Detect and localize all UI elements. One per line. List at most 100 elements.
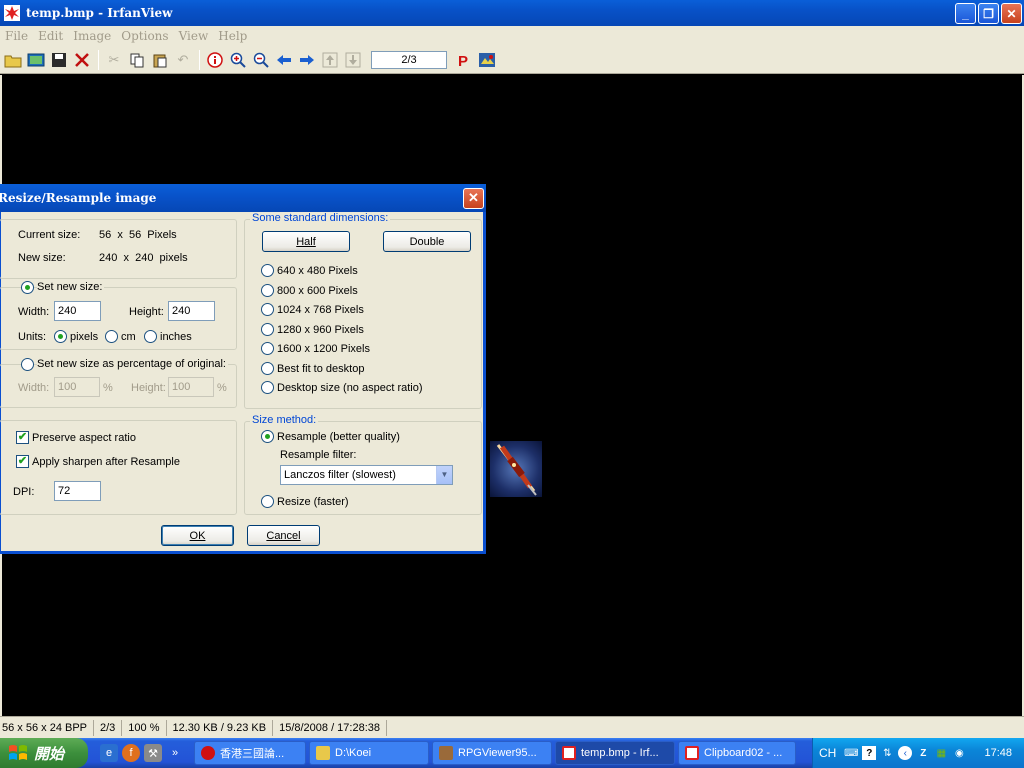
close-button[interactable]: ✕ xyxy=(1001,3,1022,24)
minimize-button[interactable]: _ xyxy=(955,3,976,24)
zone-alarm-icon[interactable]: Z xyxy=(916,746,930,760)
cancel-button[interactable]: Cancel xyxy=(247,525,320,546)
best-fit-label: Best fit to desktop xyxy=(277,363,365,375)
previous-arrow-icon[interactable] xyxy=(273,49,295,71)
resize-radio[interactable] xyxy=(261,495,274,508)
svg-text:P: P xyxy=(458,53,468,68)
irfanview-logo-icon[interactable] xyxy=(476,49,498,71)
save-icon[interactable] xyxy=(48,49,70,71)
info-icon[interactable] xyxy=(204,49,226,71)
paint-icon[interactable]: P xyxy=(453,49,475,71)
firefox-icon[interactable]: f xyxy=(122,744,140,762)
task-item-opera[interactable]: 香港三國論... xyxy=(194,741,306,765)
undo-icon[interactable]: ↶ xyxy=(172,49,194,71)
rpgviewer-icon xyxy=(439,746,453,760)
start-button[interactable]: 開始 xyxy=(0,738,88,768)
task-item-clipboard[interactable]: Clipboard02 - ... xyxy=(678,741,796,765)
download-icon[interactable] xyxy=(342,49,364,71)
open-folder-icon[interactable] xyxy=(2,49,24,71)
dialog-title: Resize/Resample image xyxy=(0,191,157,205)
dpi-input[interactable]: 72 xyxy=(54,481,101,501)
half-button[interactable]: Half xyxy=(262,231,350,252)
dialog-titlebar[interactable]: Resize/Resample image ✕ xyxy=(0,184,486,212)
unit-pixels-label: pixels xyxy=(70,331,99,343)
current-size-group xyxy=(0,219,237,279)
width-input[interactable]: 240 xyxy=(54,301,101,321)
upload-icon[interactable] xyxy=(319,49,341,71)
task-item-irfanview[interactable]: temp.bmp - Irf... xyxy=(555,741,675,765)
double-button[interactable]: Double xyxy=(383,231,471,252)
desktop-size-radio[interactable] xyxy=(261,381,274,394)
dim-640-label: 640 x 480 Pixels xyxy=(277,265,358,277)
tray-arrows-icon[interactable]: ⇅ xyxy=(880,746,894,760)
dialog-close-button[interactable]: ✕ xyxy=(463,188,484,209)
apply-sharpen-checkbox[interactable]: ✔ xyxy=(16,455,29,468)
page-indicator-field[interactable]: 2/3 xyxy=(371,50,447,69)
menu-image[interactable]: Image xyxy=(68,29,116,43)
ie-icon[interactable]: e xyxy=(100,744,118,762)
ok-button[interactable]: OK xyxy=(161,525,234,546)
new-size-label: New size: xyxy=(18,252,66,264)
paste-icon[interactable] xyxy=(149,49,171,71)
size-method-title: Size method: xyxy=(250,414,319,426)
resample-radio[interactable] xyxy=(261,430,274,443)
height-input[interactable]: 240 xyxy=(168,301,215,321)
start-label: 開始 xyxy=(34,745,65,763)
irfanview-task-icon xyxy=(562,746,576,760)
percentage-radio[interactable] xyxy=(21,358,34,371)
irfanview-app-icon xyxy=(4,5,20,21)
zoom-out-icon[interactable] xyxy=(250,49,272,71)
taskbar: 開始 e f ⚒ » 香港三國論... D:\Koei RPGViewer95.… xyxy=(0,738,1024,768)
dim-1600-label: 1600 x 1200 Pixels xyxy=(277,343,370,355)
preserve-aspect-checkbox[interactable]: ✔ xyxy=(16,431,29,444)
clock[interactable]: 17:48 xyxy=(984,747,1012,759)
resample-filter-select[interactable]: Lanczos filter (slowest) ▼ xyxy=(280,465,453,485)
best-fit-radio[interactable] xyxy=(261,362,274,375)
chevron-down-icon[interactable]: ▼ xyxy=(436,466,452,484)
menu-edit[interactable]: Edit xyxy=(33,29,68,43)
keyboard-icon[interactable]: ⌨ xyxy=(844,746,858,760)
unit-pixels-radio[interactable] xyxy=(54,330,67,343)
unit-cm-radio[interactable] xyxy=(105,330,118,343)
set-new-size-radio[interactable] xyxy=(21,281,34,294)
dim-1280-radio[interactable] xyxy=(261,323,274,336)
slideshow-icon[interactable] xyxy=(25,49,47,71)
menu-help[interactable]: Help xyxy=(213,29,252,43)
window-title: temp.bmp - IrfanView xyxy=(26,6,173,20)
dim-800-radio[interactable] xyxy=(261,284,274,297)
zoom-in-icon[interactable] xyxy=(227,49,249,71)
dim-1600-radio[interactable] xyxy=(261,342,274,355)
window-titlebar[interactable]: temp.bmp - IrfanView _ ❐ ✕ xyxy=(0,0,1024,26)
menu-file[interactable]: File xyxy=(0,29,33,43)
task-item-rpgviewer[interactable]: RPGViewer95... xyxy=(432,741,552,765)
pct-height-input[interactable]: 100 xyxy=(168,377,214,397)
next-arrow-icon[interactable] xyxy=(296,49,318,71)
maximize-button[interactable]: ❐ xyxy=(978,3,999,24)
dpi-label: DPI: xyxy=(13,486,35,498)
menu-view[interactable]: View xyxy=(174,29,214,43)
language-indicator[interactable]: CH xyxy=(819,746,836,760)
std-dims-title: Some standard dimensions: xyxy=(250,212,391,224)
tools-icon[interactable]: ⚒ xyxy=(144,744,162,762)
pct-width-sign: % xyxy=(103,382,113,394)
dim-1024-radio[interactable] xyxy=(261,303,274,316)
show-hidden-icons-icon[interactable]: ‹ xyxy=(898,746,913,760)
network-icon[interactable]: ▦ xyxy=(934,746,948,760)
quick-launch-expand-icon[interactable]: » xyxy=(166,744,184,762)
menu-options[interactable]: Options xyxy=(116,29,173,43)
copy-icon[interactable] xyxy=(126,49,148,71)
set-new-size-label: Set new size: xyxy=(37,281,105,293)
pct-width-input[interactable]: 100 xyxy=(54,377,100,397)
cut-icon[interactable]: ✂ xyxy=(103,49,125,71)
task-item-folder[interactable]: D:\Koei xyxy=(309,741,429,765)
dim-640-radio[interactable] xyxy=(261,264,274,277)
pct-width-label: Width: xyxy=(18,382,50,394)
volume-icon[interactable]: ◉ xyxy=(952,746,966,760)
unit-inches-radio[interactable] xyxy=(144,330,157,343)
help-icon[interactable]: ? xyxy=(862,746,877,760)
unit-inches-label: inches xyxy=(160,331,192,343)
dim-800-label: 800 x 600 Pixels xyxy=(277,285,358,297)
delete-icon[interactable] xyxy=(71,49,93,71)
dim-1024-label: 1024 x 768 Pixels xyxy=(277,304,364,316)
status-dimensions: 56 x 56 x 24 BPP xyxy=(0,719,94,736)
